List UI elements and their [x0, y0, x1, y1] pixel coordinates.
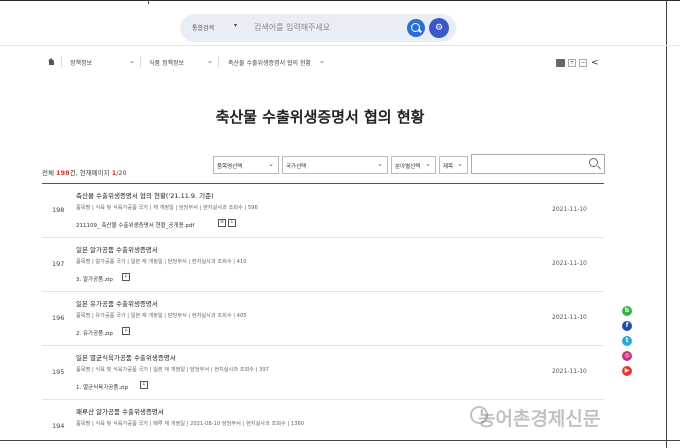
download-icon[interactable]: ↓	[140, 381, 148, 389]
item-select[interactable]: 품목명선택 ⌄	[213, 156, 279, 174]
list-item: 196 일본 유가공품 수출위생증명서 품목명 | 유가공품 국가 | 일본 재…	[42, 292, 604, 346]
breadcrumb-separator	[61, 56, 62, 68]
chevron-down-icon: ⌄	[457, 160, 463, 168]
row-date: 2021-11-10	[552, 368, 587, 375]
row-title-link[interactable]: 일본 알가공품 수출위생증명서	[76, 244, 158, 254]
chevron-down-icon[interactable]: ⌄	[319, 57, 325, 65]
zoom-in-button[interactable]: +	[568, 59, 576, 67]
row-number: 195	[52, 368, 65, 376]
list-item: 198 축산물 수출위생증명서 협의 현황('21.11.9. 기준) 품목명 …	[42, 184, 604, 238]
breadcrumb-separator	[140, 56, 141, 68]
row-title-link[interactable]: 축산물 수출위생증명서 협의 현황('21.11.9. 기준)	[76, 190, 214, 200]
category-select[interactable]: 분야별선택 ⌄	[391, 156, 436, 174]
chevron-down-icon[interactable]: ⌄	[207, 57, 213, 65]
download-icon[interactable]: ↓	[228, 219, 236, 227]
watermark: 농어촌경제신문	[478, 408, 601, 430]
breadcrumb-item-policy[interactable]: 정책정보	[70, 58, 92, 67]
download-icon[interactable]: ↓	[122, 273, 130, 281]
row-date: 2021-11-10	[552, 314, 587, 321]
chevron-down-icon: ⌄	[425, 160, 431, 168]
search-button[interactable]	[407, 19, 425, 37]
row-date: 2021-11-10	[552, 206, 587, 213]
row-title-link[interactable]: 패루산 알가공품 수출위생증명서	[76, 406, 164, 416]
country-select-label: 국가선택	[286, 164, 307, 170]
chevron-down-icon: ⌄	[268, 160, 274, 168]
country-select[interactable]: 국가선택 ⌄	[282, 156, 388, 174]
count-suffix: /20	[116, 169, 127, 177]
row-number: 197	[52, 260, 65, 268]
row-date: 2021-11-10	[552, 260, 587, 267]
list-item: 197 일본 알가공품 수출위생증명서 품목명 | 알가공품 국가 | 일본 재…	[42, 238, 604, 292]
print-icon[interactable]	[556, 59, 565, 67]
attachment-link[interactable]: 211109_ 축산물 수출위생증명서 현황_공개용.pdf	[76, 221, 194, 229]
page: 통합검색 ▾ 검색어를 입력해주세요 ⚙ 정책정보 ⌄ 식품 정책정보 ⌄ 축산…	[0, 0, 680, 448]
right-border	[666, 0, 667, 448]
home-icon[interactable]	[48, 58, 55, 65]
search-bar: 통합검색 ▾ 검색어를 입력해주세요 ⚙	[180, 14, 456, 42]
search-field-select-label: 제목	[443, 164, 454, 170]
row-title-link[interactable]: 일본 유가공품 수출위생증명서	[76, 298, 158, 308]
chevron-down-icon: ⌄	[377, 160, 383, 168]
search-field-select[interactable]: 제목 ⌄	[439, 156, 468, 174]
attachment-link[interactable]: 2. 유가공품.zip	[76, 329, 113, 337]
facebook-icon[interactable]: f	[622, 321, 632, 331]
row-meta: 품목명 | 식육 및 식육가공품 국가 | 재 개정일 | 담당부서 | 현지실…	[76, 205, 258, 211]
breadcrumb-separator	[218, 56, 219, 68]
share-icon[interactable]: <	[591, 58, 599, 68]
instagram-icon[interactable]: ◎	[622, 351, 632, 361]
row-title-link[interactable]: 일본 멸균식육가공품 수출위생증명서	[76, 352, 176, 362]
result-count: 전체 198건, 현재페이지 1/20	[42, 167, 127, 177]
row-meta: 품목명 | 유가공품 국가 | 일본 재 개정일 | 담당부서 | 현지실사과 …	[76, 313, 247, 319]
search-category-select[interactable]: 통합검색	[192, 23, 214, 32]
count-prefix: 전체	[42, 169, 57, 177]
top-left-marker	[0, 0, 150, 4]
row-meta: 품목명 | 알가공품 국가 | 일본 재 개정일 | 담당부서 | 현지실사과 …	[76, 259, 247, 265]
attachment-link[interactable]: 3. 알가공품.zip	[76, 275, 113, 283]
search-icon[interactable]	[589, 158, 598, 167]
breadcrumb-item-food-policy[interactable]: 식품 정책정보	[149, 58, 184, 67]
preview-icon[interactable]: ≡	[218, 219, 226, 227]
list-item: 195 일본 멸균식육가공품 수출위생증명서 품목명 | 식육 및 식육가공품 …	[42, 346, 604, 400]
breadcrumb-item-current[interactable]: 축산물 수출위생증명서 협의 현황	[228, 58, 311, 67]
item-select-label: 품목명선택	[217, 164, 243, 170]
row-number: 198	[52, 206, 65, 214]
row-number: 194	[52, 422, 65, 430]
row-number: 196	[52, 314, 65, 322]
row-meta: 품목명 | 식육 및 식육가공품 국가 | 페루 재 개정일 | 2021-08…	[76, 421, 305, 427]
zoom-out-button[interactable]: −	[579, 59, 587, 67]
category-select-label: 분야별선택	[395, 164, 421, 170]
attachment-link[interactable]: 1. 멸균식육가공품.zip	[76, 383, 128, 391]
settings-button[interactable]: ⚙	[429, 18, 449, 38]
row-meta: 품목명 | 식육 및 식육가공품 국가 | 일본 재 개정일 | 담당부서 | …	[76, 367, 269, 373]
band-icon[interactable]: b	[622, 306, 632, 316]
header-divider	[0, 45, 680, 46]
youtube-icon[interactable]: ▶	[622, 366, 632, 376]
download-icon[interactable]: ↓	[122, 327, 130, 335]
total-count: 198	[56, 169, 70, 177]
chevron-down-icon[interactable]: ▾	[234, 22, 237, 29]
twitter-icon[interactable]: t	[622, 336, 632, 346]
chevron-down-icon[interactable]: ⌄	[129, 57, 135, 65]
page-title: 축산물 수출위생증명서 협의 현황	[215, 108, 425, 126]
search-input[interactable]: 검색어를 입력해주세요	[254, 22, 330, 33]
count-middle: 건, 현재페이지	[69, 169, 112, 177]
keyword-input[interactable]	[471, 154, 605, 174]
